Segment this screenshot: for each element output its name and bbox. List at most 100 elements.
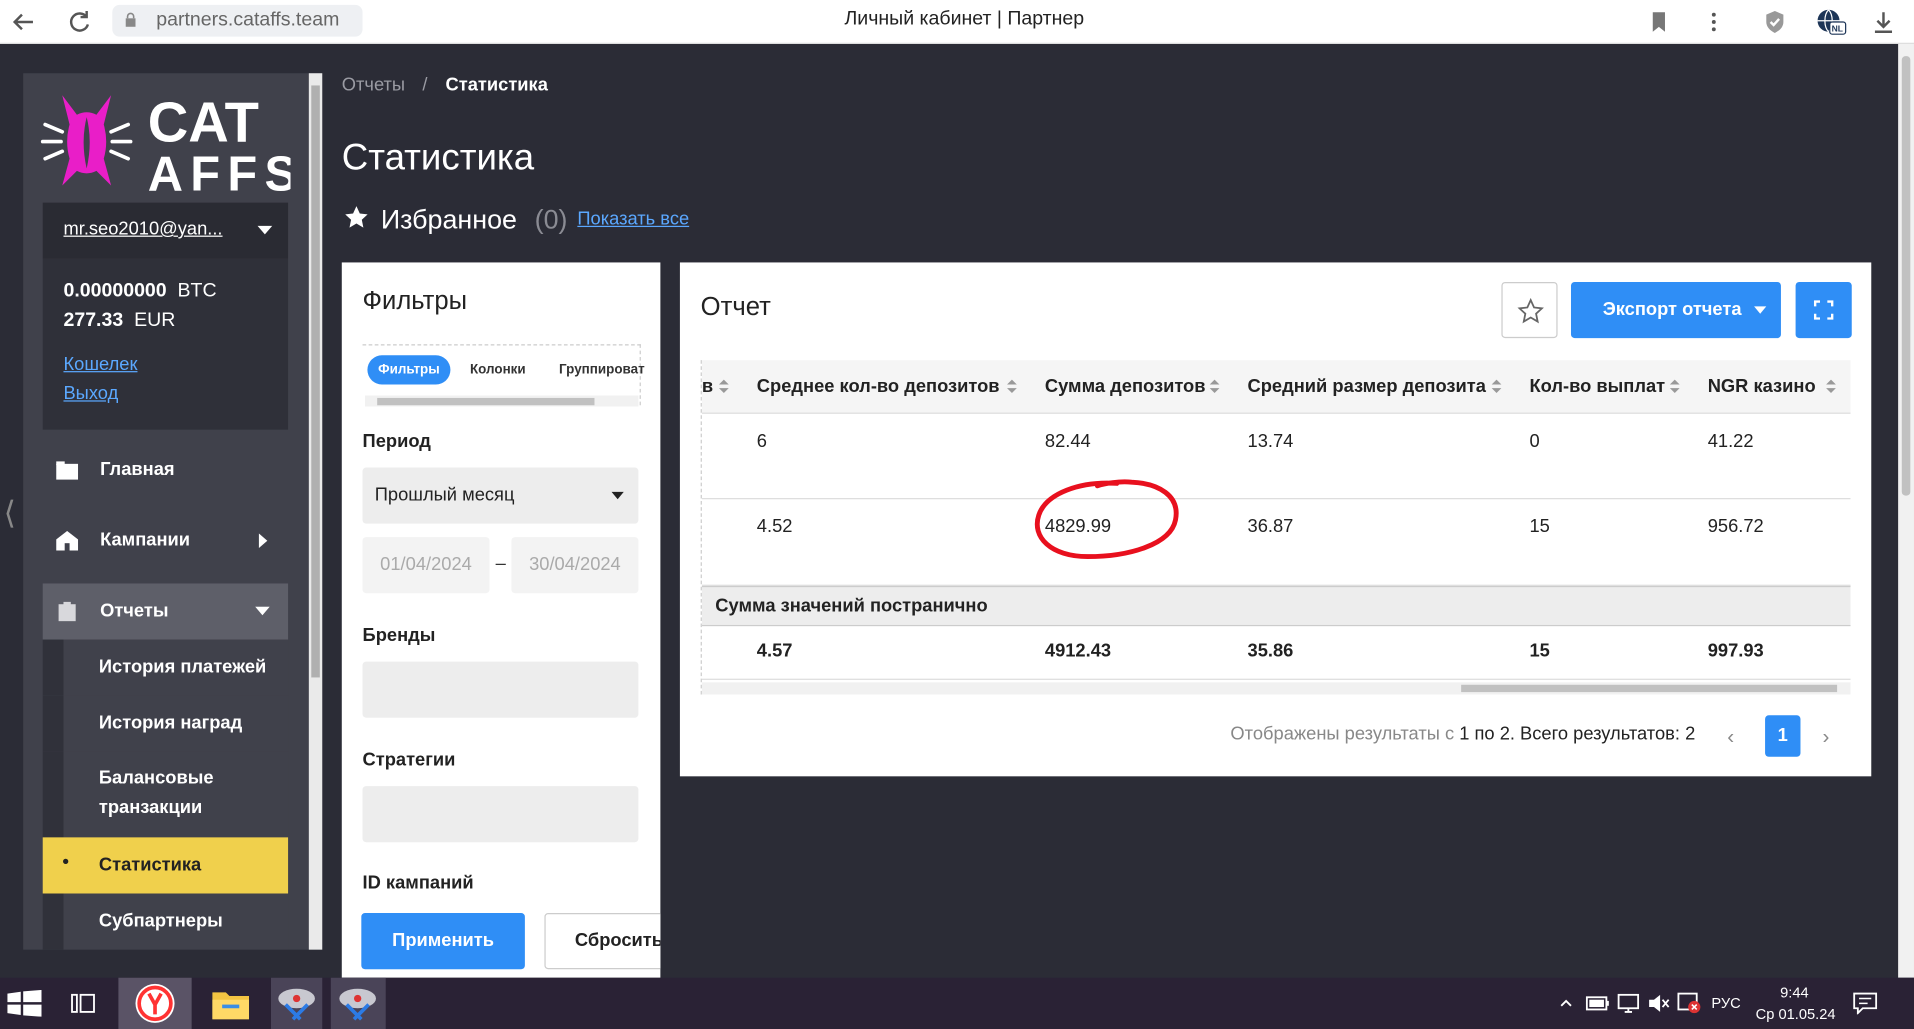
cell-avg-deposits: 6 xyxy=(756,430,767,452)
brands-label: Бренды xyxy=(362,624,436,646)
taskbar-yandex-browser[interactable] xyxy=(118,977,192,1029)
breadcrumb-separator: / xyxy=(422,74,428,96)
fullscreen-button[interactable] xyxy=(1795,281,1852,339)
col-header-sum-deposits[interactable]: Сумма депозитов xyxy=(1045,376,1206,397)
cell-payouts: 0 xyxy=(1529,430,1540,452)
nav-reward-history[interactable]: История наград xyxy=(42,695,289,752)
bookmark-icon[interactable] xyxy=(1644,7,1673,36)
period-value: Прошлый месяц xyxy=(374,484,515,506)
language-indicator[interactable]: РУС xyxy=(1711,995,1740,1012)
show-all-favorites-link[interactable]: Показать все xyxy=(577,209,689,230)
clock-time[interactable]: 9:44 xyxy=(1772,984,1816,1001)
totals-label-row: Сумма значений постранично xyxy=(701,585,1851,625)
sort-icon[interactable] xyxy=(1491,379,1502,395)
volume-muted-icon[interactable] xyxy=(1648,994,1670,1014)
tab-title: Личный кабинет | Партнер xyxy=(844,8,1085,30)
wallet-link[interactable]: Кошелек xyxy=(63,354,137,375)
sort-icon[interactable] xyxy=(718,379,729,395)
nav-statistics-active[interactable]: • Статистика xyxy=(42,837,289,894)
user-menu[interactable]: mr.seo2010@yan... xyxy=(42,202,289,259)
chevron-down-icon xyxy=(1754,306,1767,314)
menu-dots-icon[interactable] xyxy=(1699,7,1728,36)
tab-columns[interactable]: Колонки xyxy=(470,355,526,384)
security-alert-icon[interactable] xyxy=(1677,992,1701,1014)
pagination-next[interactable]: › xyxy=(1822,725,1829,749)
sort-icon[interactable] xyxy=(1209,379,1220,395)
nav-statistics-label: Статистика xyxy=(98,854,202,876)
battery-icon[interactable] xyxy=(1585,995,1610,1012)
apply-button[interactable]: Применить xyxy=(361,913,525,970)
back-icon[interactable] xyxy=(9,7,38,36)
nav-reward-history-label: История наград xyxy=(98,712,243,734)
totals-row: 4.57 4912.43 35.86 15 997.93 xyxy=(701,624,1851,680)
chevron-down-icon xyxy=(611,491,624,500)
report-title: Отчет xyxy=(700,292,771,322)
add-favorite-button[interactable] xyxy=(1501,281,1558,339)
table-header: в Среднее кол-во депозитов Сумма депозит… xyxy=(701,360,1851,414)
total-avg-deposits: 4.57 xyxy=(756,640,793,662)
brands-select[interactable] xyxy=(362,661,639,718)
col-header-avg-deposit-size[interactable]: Средний размер депозита xyxy=(1248,376,1486,397)
file-explorer-icon[interactable] xyxy=(210,985,252,1022)
logout-link[interactable]: Выход xyxy=(63,383,118,404)
export-report-button[interactable]: Экспорт отчета xyxy=(1570,281,1781,339)
nav-campaigns[interactable]: Кампании xyxy=(43,513,288,569)
shield-icon[interactable] xyxy=(1760,7,1789,36)
reset-button[interactable]: Сбросить xyxy=(544,913,661,970)
network-icon[interactable] xyxy=(1617,993,1640,1014)
windows-start-icon[interactable] xyxy=(7,989,42,1017)
collapse-arrow-icon[interactable]: ⟨ xyxy=(4,494,16,532)
sidebar-scroll-thumb[interactable] xyxy=(311,85,320,678)
active-bullet: • xyxy=(62,852,70,873)
nav-payment-history[interactable]: История платежей xyxy=(42,639,289,696)
nav-balance-transactions[interactable]: Балансовые транзакции xyxy=(42,751,289,838)
nav-home[interactable]: Главная xyxy=(43,442,288,498)
total-sum-deposits: 4912.43 xyxy=(1044,640,1112,662)
page-title: Статистика xyxy=(341,137,535,179)
col-header-avg-deposits[interactable]: Среднее кол-во депозитов xyxy=(757,376,1000,397)
chevron-down-icon[interactable] xyxy=(257,225,273,235)
totals-label: Сумма значений постранично xyxy=(715,595,988,617)
browser-toolbar: partners.cataffs.team Личный кабинет | П… xyxy=(0,0,1914,44)
taskbar-app-1[interactable] xyxy=(270,977,323,1029)
chevron-right-icon xyxy=(258,533,268,549)
cell-ngr: 41.22 xyxy=(1707,430,1754,452)
star-filled-icon xyxy=(345,206,368,228)
lock-icon xyxy=(125,12,136,27)
clock-date[interactable]: Ср 01.05.24 xyxy=(1753,1006,1838,1023)
logo-text-affs: AFFS xyxy=(148,147,291,197)
taskbar-app-2[interactable] xyxy=(330,977,386,1029)
sort-icon[interactable] xyxy=(1826,379,1836,395)
notifications-icon[interactable] xyxy=(1853,992,1878,1015)
nav-balance-transactions-line1: Балансовые xyxy=(98,767,214,789)
sort-icon[interactable] xyxy=(1669,379,1680,395)
task-view-icon[interactable] xyxy=(71,992,95,1014)
download-icon[interactable] xyxy=(1869,7,1898,36)
date-from-field[interactable]: 01/04/2024 xyxy=(362,537,490,594)
page-scroll-thumb[interactable] xyxy=(1901,56,1911,496)
table-scroll-thumb[interactable] xyxy=(1461,684,1838,693)
nav-reports[interactable]: Отчеты xyxy=(42,583,289,640)
favorites-label: Избранное xyxy=(380,203,517,235)
tab-grouping[interactable]: Группироват xyxy=(559,355,645,384)
tab-filters[interactable]: Фильтры xyxy=(367,355,451,385)
tabs-scroll-thumb[interactable] xyxy=(377,397,595,406)
cell-avg-deposits: 4.52 xyxy=(756,516,793,538)
sort-icon[interactable] xyxy=(1007,379,1017,395)
strategies-select[interactable] xyxy=(362,786,639,843)
breadcrumb-parent[interactable]: Отчеты xyxy=(342,74,405,95)
col-header-partial[interactable]: в xyxy=(702,376,713,397)
address-bar[interactable]: partners.cataffs.team xyxy=(112,4,363,37)
nav-subpartners[interactable]: Субпартнеры xyxy=(42,893,289,950)
date-to-field[interactable]: 30/04/2024 xyxy=(511,537,639,594)
col-header-payouts[interactable]: Кол-во выплат xyxy=(1529,376,1665,397)
period-select[interactable]: Прошлый месяц xyxy=(362,467,639,524)
col-header-ngr[interactable]: NGR казино xyxy=(1708,376,1816,397)
user-email[interactable]: mr.seo2010@yan... xyxy=(63,218,240,239)
reload-icon[interactable] xyxy=(65,7,94,36)
vpn-globe-icon[interactable]: NL xyxy=(1815,7,1847,36)
pagination-prev[interactable]: ‹ xyxy=(1727,725,1734,749)
tray-expand-icon[interactable] xyxy=(1560,997,1572,1009)
nav-reports-label: Отчеты xyxy=(100,600,169,622)
pagination-page-current[interactable]: 1 xyxy=(1765,715,1801,757)
